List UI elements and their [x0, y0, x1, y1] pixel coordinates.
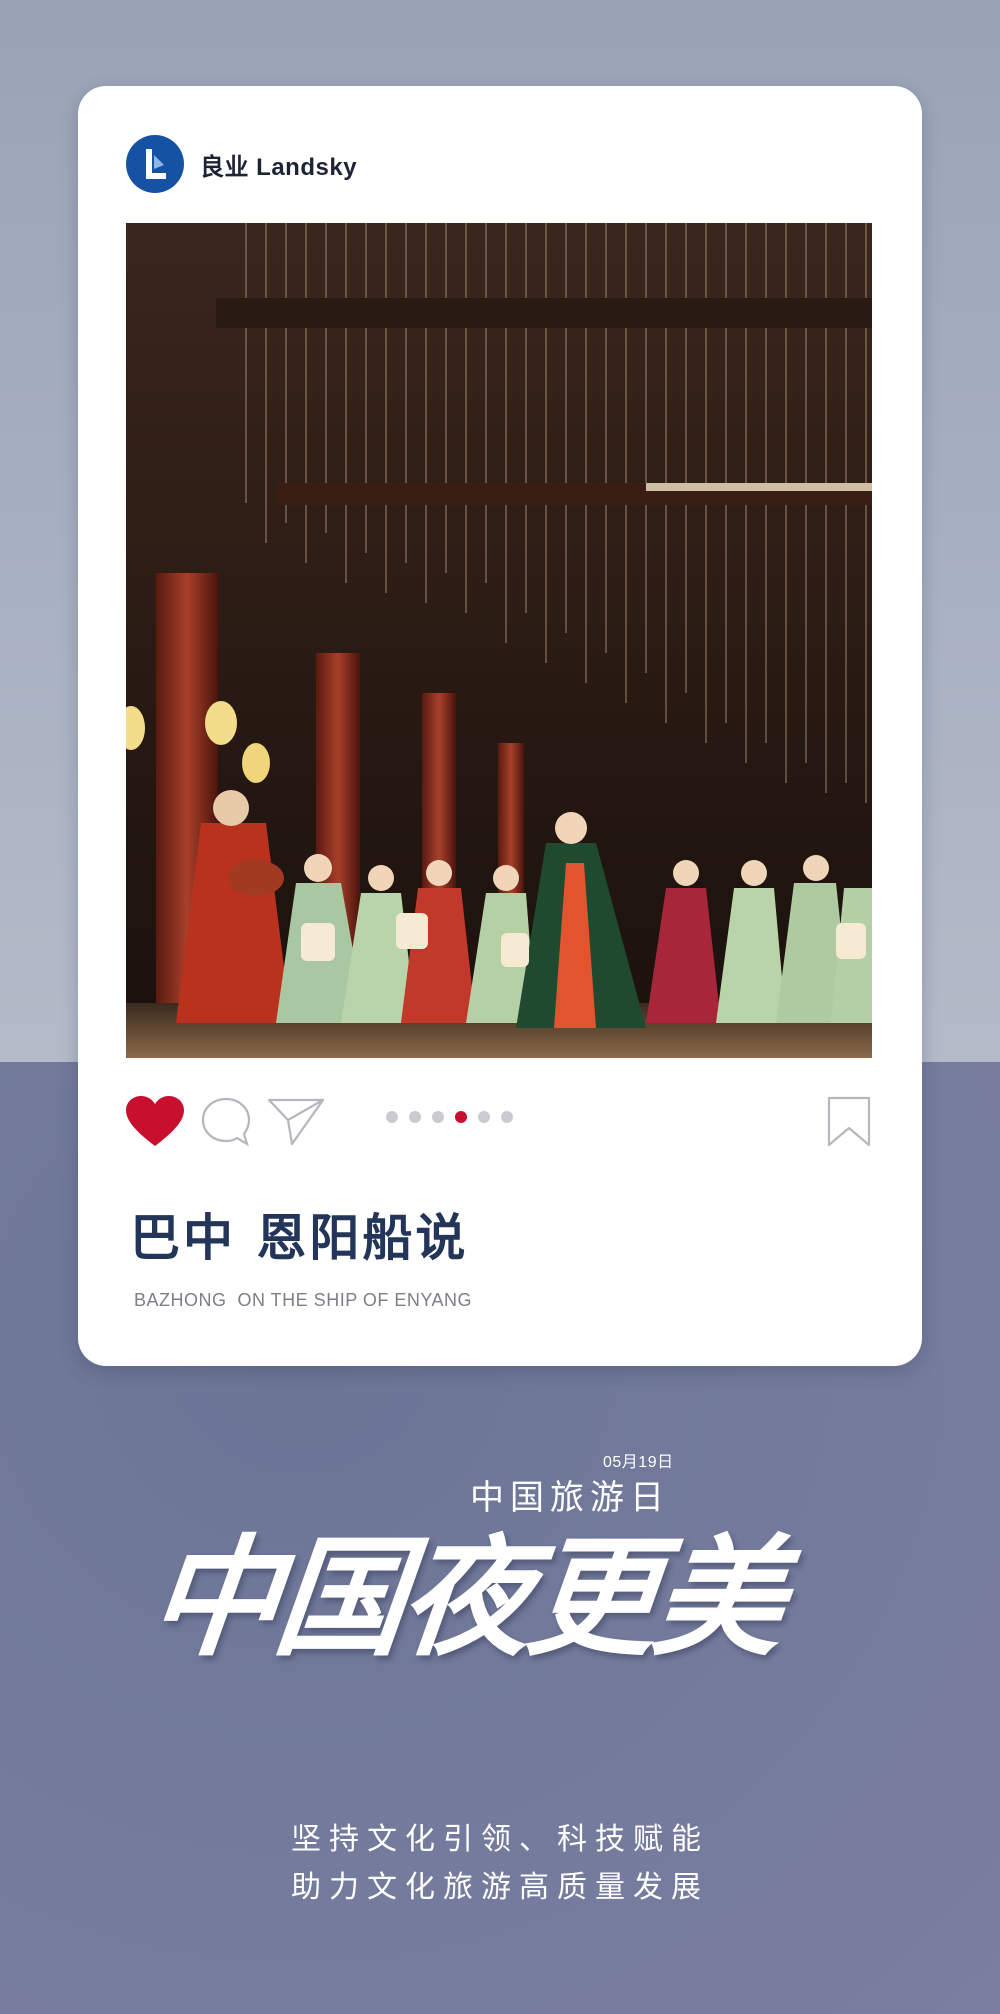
post-card: 良业 Landsky 巴中 恩阳船说 BAZHONG ON THE SHIP O…: [78, 86, 922, 1366]
bookmark-icon[interactable]: [826, 1096, 872, 1148]
carousel-indicator[interactable]: [386, 1111, 513, 1123]
heart-icon[interactable]: [126, 1096, 184, 1148]
post-actions: [126, 1096, 872, 1156]
brand-header: 良业 Landsky: [126, 134, 357, 194]
carousel-dot[interactable]: [432, 1111, 444, 1123]
post-title: 巴中 恩阳船说: [130, 1209, 469, 1267]
event-date: 05月19日: [603, 1454, 674, 1471]
tagline-line-1: 坚持文化引领、科技赋能: [291, 1822, 709, 1857]
post-photo[interactable]: [126, 223, 872, 1058]
stage-performance-photo: [126, 223, 872, 1058]
carousel-dot[interactable]: [478, 1111, 490, 1123]
slogan-calligraphy: 中国夜更美: [142, 1521, 789, 1674]
tagline-line-2: 助力文化旅游高质量发展: [291, 1870, 709, 1905]
carousel-dot[interactable]: [386, 1111, 398, 1123]
share-icon[interactable]: [266, 1096, 326, 1148]
comment-icon[interactable]: [200, 1096, 252, 1148]
carousel-dot-active[interactable]: [455, 1111, 467, 1123]
carousel-dot[interactable]: [409, 1111, 421, 1123]
brand-name: 良业 Landsky: [200, 153, 358, 181]
carousel-dot[interactable]: [501, 1111, 513, 1123]
landsky-logo-icon: [126, 135, 184, 193]
post-subtitle-en: BAZHONG ON THE SHIP OF ENYANG: [134, 1290, 473, 1310]
